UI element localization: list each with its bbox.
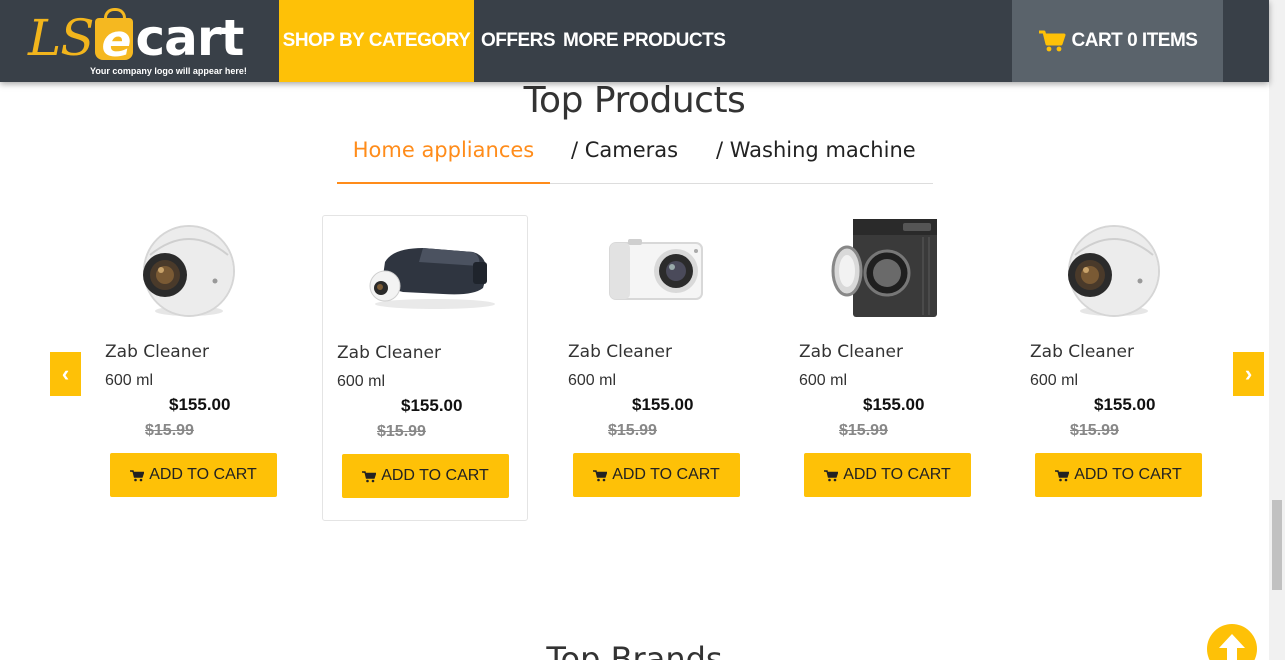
product-size: 600 ml: [1030, 372, 1079, 389]
carousel-next-button[interactable]: ›: [1233, 352, 1264, 396]
shopping-cart-icon: [593, 469, 608, 482]
product-price: $155.00: [1094, 395, 1156, 414]
logo-e: e: [101, 15, 131, 67]
add-to-cart-label: ADD TO CART: [612, 466, 720, 483]
product-old-price: $15.99: [145, 422, 194, 439]
product-image-360-camera[interactable]: [1030, 215, 1236, 325]
product-image-360-camera[interactable]: [105, 215, 311, 325]
product-card[interactable]: Zab Cleaner 600 ml $155.00 $15.99 ADD TO…: [1030, 215, 1236, 521]
add-to-cart-label: ADD TO CART: [1074, 466, 1182, 483]
product-price: $155.00: [169, 395, 231, 414]
tab-cameras[interactable]: / Cameras: [571, 138, 678, 184]
add-to-cart-button[interactable]: ADD TO CART: [573, 453, 740, 497]
product-card[interactable]: Zab Cleaner 600 ml $155.00 $15.99 ADD TO…: [105, 215, 311, 521]
logo-tagline: Your company logo will appear here!: [90, 66, 247, 76]
product-old-price: $15.99: [377, 423, 426, 440]
product-price: $155.00: [863, 395, 925, 414]
product-old-price: $15.99: [839, 422, 888, 439]
product-card[interactable]: Zab Cleaner 600 ml $155.00 $15.99 ADD TO…: [568, 215, 774, 521]
top-brands-title: Top Brands: [546, 640, 723, 660]
add-to-cart-button[interactable]: ADD TO CART: [1035, 453, 1202, 497]
product-size: 600 ml: [799, 372, 848, 389]
product-name[interactable]: Zab Cleaner: [1030, 342, 1134, 362]
product-size: 600 ml: [105, 372, 154, 389]
product-image-compact-camera[interactable]: [568, 215, 774, 325]
add-to-cart-button[interactable]: ADD TO CART: [804, 453, 971, 497]
shopping-cart-icon: [824, 469, 839, 482]
site-header: LS e cart Your company logo will appear he…: [0, 0, 1269, 82]
scrollbar-thumb[interactable]: [1272, 500, 1282, 590]
site-logo[interactable]: LS e cart Your company logo will appear he…: [28, 7, 268, 78]
product-name[interactable]: Zab Cleaner: [337, 343, 441, 363]
category-tabs: Home appliances / Cameras / Washing mach…: [337, 138, 933, 184]
shopping-cart-icon: [362, 470, 377, 483]
product-name[interactable]: Zab Cleaner: [568, 342, 672, 362]
add-to-cart-button[interactable]: ADD TO CART: [342, 454, 509, 498]
product-image-vr-headset[interactable]: [323, 216, 529, 326]
logo-cart-text: cart: [135, 9, 244, 67]
add-to-cart-label: ADD TO CART: [381, 467, 489, 484]
product-card[interactable]: Zab Cleaner 600 ml $155.00 $15.99 ADD TO…: [799, 215, 1005, 521]
nav-more-products[interactable]: MORE PRODUCTS: [563, 0, 726, 82]
shopping-bag-icon: e: [95, 7, 134, 67]
product-price: $155.00: [401, 396, 463, 415]
cart-button[interactable]: CART 0 ITEMS: [1012, 0, 1223, 82]
nav-offers[interactable]: OFFERS: [481, 0, 556, 82]
logo-prefix: LS: [28, 9, 94, 67]
tab-washing-machine[interactable]: / Washing machine: [716, 138, 916, 184]
shopping-cart-icon: [1038, 30, 1066, 52]
product-size: 600 ml: [337, 373, 386, 390]
product-price: $155.00: [632, 395, 694, 414]
product-name[interactable]: Zab Cleaner: [799, 342, 903, 362]
product-image-washing-machine[interactable]: [799, 215, 1005, 325]
shopping-cart-icon: [130, 469, 145, 482]
section-title: Top Products: [523, 80, 746, 121]
product-card[interactable]: Zab Cleaner 600 ml $155.00 $15.99 ADD TO…: [322, 215, 528, 521]
nav-shop-by-category[interactable]: SHOP BY CATEGORY: [279, 0, 474, 82]
cart-label: CART 0 ITEMS: [1071, 30, 1198, 51]
tab-home-appliances[interactable]: Home appliances: [337, 138, 550, 184]
product-size: 600 ml: [568, 372, 617, 389]
shopping-cart-icon: [1055, 469, 1070, 482]
logo-wordmark: LS e cart: [28, 7, 244, 68]
product-old-price: $15.99: [608, 422, 657, 439]
add-to-cart-label: ADD TO CART: [843, 466, 951, 483]
page-scrollbar[interactable]: [1269, 0, 1285, 660]
arrow-up-icon: [1219, 634, 1245, 660]
add-to-cart-button[interactable]: ADD TO CART: [110, 453, 277, 497]
add-to-cart-label: ADD TO CART: [149, 466, 257, 483]
carousel-prev-button[interactable]: ‹: [50, 352, 81, 396]
product-old-price: $15.99: [1070, 422, 1119, 439]
scroll-to-top-button[interactable]: [1207, 624, 1257, 660]
product-name[interactable]: Zab Cleaner: [105, 342, 209, 362]
